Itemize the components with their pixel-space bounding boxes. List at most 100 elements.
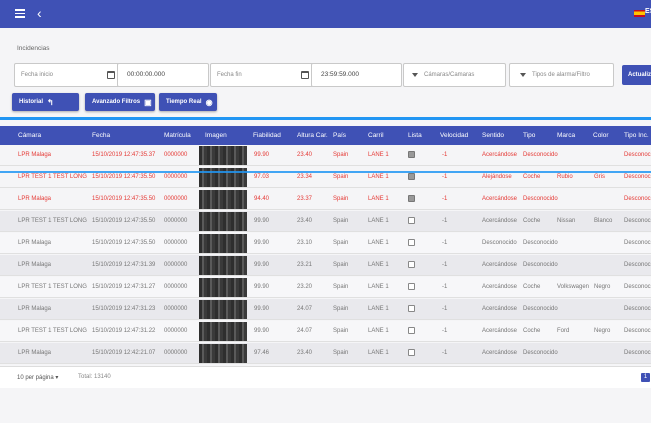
table-row[interactable]: LPR TEST 1 TEST LONG 15/10/2019 12:47:35.… [0,211,651,232]
table-row[interactable]: LPR Malaga 15/10/2019 12:47:31.23 0000000 9… [0,299,651,320]
direction-cell: Acercándose [482,306,518,312]
column-header[interactable]: Fecha [92,132,110,139]
cameras-select[interactable]: Cámaras/Camaras [403,63,506,87]
list-checkbox[interactable] [408,217,415,224]
column-header[interactable]: Imagen [205,132,227,139]
column-header[interactable]: Color [593,132,609,139]
list-checkbox[interactable] [408,349,415,356]
direction-cell: Acercándose [482,328,518,334]
table-row[interactable]: LPR TEST 1 TEST LONG 15/10/2019 12:47:31.… [0,277,651,298]
plate-image-thumbnail[interactable] [199,344,247,363]
height-cell: 23.37 [297,196,313,202]
incident-cell: Desconocido [624,218,651,224]
calendar-icon[interactable] [107,71,115,79]
column-header[interactable]: Velocidad [440,132,468,139]
speed-cell: -1 [442,262,448,268]
type-cell: Desconocido [523,152,558,158]
date-cell: 15/10/2019 12:47:35.50 [92,196,156,202]
lane-cell: LANE 1 [368,284,389,290]
height-cell: 23.40 [297,218,313,224]
realtime-button[interactable]: Tiempo Real ◉ [159,93,217,111]
direction-cell: Acercándose [482,152,518,158]
rows-per-page-select[interactable]: 10 per página ▾ [17,374,58,381]
column-header[interactable]: País [333,132,346,139]
table-row[interactable]: LPR Malaga 15/10/2019 12:42:21.07 0000000 9… [0,343,651,364]
incident-cell: Desconocido [624,350,651,356]
alarm-types-select[interactable]: Tipos de alarma/Filtro [509,63,614,87]
list-checkbox[interactable] [408,305,415,312]
camera-cell: LPR Malaga [18,306,52,312]
direction-cell: Desconocido [482,240,517,246]
height-cell: 24.07 [297,306,313,312]
language-code[interactable]: ES [645,8,651,15]
plate-image-thumbnail[interactable] [199,234,247,253]
plate-cell: 0000000 [164,218,188,224]
alarm-types-placeholder: Tipos de alarma/Filtro [532,72,590,78]
realtime-icon: ◉ [205,97,213,107]
list-checkbox[interactable] [408,239,415,246]
date-cell: 15/10/2019 12:47:35.50 [92,218,156,224]
table-row[interactable]: LPR TEST 1 TEST LONG 15/10/2019 12:47:31.… [0,321,651,342]
history-button-label: Historial [19,99,44,105]
list-checkbox[interactable] [408,261,415,268]
plate-image-thumbnail[interactable] [199,190,247,209]
list-checkbox[interactable] [408,327,415,334]
column-header[interactable]: Fiabilidad [253,132,281,139]
reliability-cell: 99.90 [254,262,270,268]
history-button[interactable]: Historial ↰ [12,93,79,111]
plate-image-thumbnail[interactable] [199,146,247,165]
list-checkbox[interactable] [408,195,415,202]
table-row[interactable]: LPR Malaga 15/10/2019 12:47:35.50 0000000 9… [0,189,651,210]
column-header[interactable]: Altura Car. [297,132,328,139]
column-header[interactable]: Matrícula [164,132,191,139]
plate-cell: 0000000 [164,174,188,180]
plate-image-thumbnail[interactable] [199,300,247,319]
brand-cell: Rubio [557,174,573,180]
plate-cell: 0000000 [164,152,188,158]
export-icon: ▣ [144,97,152,107]
plate-cell: 0000000 [164,196,188,202]
back-icon[interactable]: ‹ [37,4,42,22]
column-header[interactable]: Sentido [482,132,504,139]
column-header[interactable]: Tipo [523,132,535,139]
column-header[interactable]: Carril [368,132,384,139]
incident-cell: Desconocido [624,196,651,202]
table-row[interactable]: LPR Malaga 15/10/2019 12:47:35.37 0000000 9… [0,145,651,166]
list-checkbox[interactable] [408,173,415,180]
calendar-icon[interactable] [301,71,309,79]
spain-flag-icon[interactable] [634,10,645,17]
country-cell: Spain [333,328,349,334]
table-row[interactable]: LPR Malaga 15/10/2019 12:47:31.39 0000000 9… [0,255,651,276]
date-cell: 15/10/2019 12:47:31.39 [92,262,156,268]
advanced-filters-button[interactable]: Avanzado Filtros ▣ [85,93,155,111]
plate-image-thumbnail[interactable] [199,212,247,231]
plate-image-thumbnail[interactable] [199,278,247,297]
page-number-button[interactable]: 1 [641,373,650,382]
to-date-field[interactable]: Fecha fin [210,63,314,87]
date-cell: 15/10/2019 12:42:21.07 [92,350,156,356]
update-button[interactable]: Actualizar [622,65,651,85]
reliability-cell: 99.90 [254,152,270,158]
direction-cell: Acercándose [482,284,518,290]
list-checkbox[interactable] [408,151,415,158]
incident-cell: Desconocido [624,306,651,312]
type-cell: Desconocido [523,196,558,202]
to-time-field[interactable]: 23:59:59.000 [311,63,402,87]
reliability-cell: 97.03 [254,174,270,180]
plate-image-thumbnail[interactable] [199,322,247,341]
lane-cell: LANE 1 [368,262,389,268]
menu-icon[interactable] [15,9,25,18]
from-time-field[interactable]: 00:00:00.000 [117,63,209,87]
column-header[interactable]: Tipo Inc. [624,132,649,139]
list-checkbox[interactable] [408,283,415,290]
type-cell: Coche [523,284,541,290]
column-header[interactable]: Marca [557,132,575,139]
column-header[interactable]: Cámara [18,132,41,139]
height-cell: 23.34 [297,174,313,180]
reliability-cell: 99.90 [254,328,270,334]
from-date-field[interactable]: Fecha inicio [14,63,120,87]
country-cell: Spain [333,174,349,180]
column-header[interactable]: Lista [408,132,422,139]
table-row[interactable]: LPR Malaga 15/10/2019 12:47:35.50 0000000 9… [0,233,651,254]
plate-image-thumbnail[interactable] [199,256,247,275]
